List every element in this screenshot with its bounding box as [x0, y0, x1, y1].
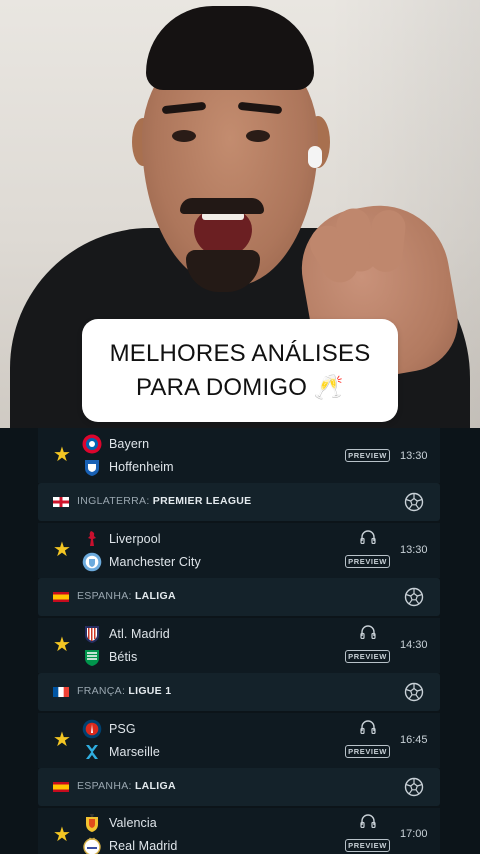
- away-team-name: Bétis: [109, 650, 138, 664]
- away-team-name: Hoffenheim: [109, 460, 174, 474]
- home-team-name: Valencia: [109, 816, 157, 830]
- league-title: ESPANHA: LALIGA: [77, 590, 176, 602]
- earbud-icon: [308, 146, 322, 168]
- headphones-icon[interactable]: [360, 720, 376, 734]
- headphones-icon[interactable]: [360, 625, 376, 639]
- soccer-ball-icon[interactable]: [404, 682, 424, 702]
- england-flag-icon: [53, 497, 69, 507]
- hoffenheim-crest-icon: [85, 460, 99, 476]
- league-title: INGLATERRA: PREMIER LEAGUE: [77, 495, 251, 507]
- league-country: ESPANHA:: [77, 780, 132, 792]
- league-header[interactable]: ESPANHA: LALIGA: [38, 578, 440, 616]
- kickoff-time: 17:00: [400, 828, 428, 840]
- league-header[interactable]: INGLATERRA: PREMIER LEAGUE: [38, 483, 440, 521]
- away-team-name: Marseille: [109, 745, 160, 759]
- caption-line-2: PARA DOMIGO 🥂: [135, 373, 345, 401]
- league-name: LIGUE 1: [128, 685, 172, 697]
- home-team-name: Atl. Madrid: [109, 627, 170, 641]
- league-country: FRANÇA:: [77, 685, 126, 697]
- league-country: INGLATERRA:: [77, 495, 150, 507]
- home-team-name: Liverpool: [109, 532, 161, 546]
- kickoff-time: 13:30: [400, 450, 428, 462]
- home-team-name: PSG: [109, 722, 136, 736]
- video-frame: MELHORES ANÁLISES PARA DOMIGO 🥂: [0, 0, 480, 428]
- league-country: ESPANHA:: [77, 590, 132, 602]
- match-list: ★ Bayern Hoffenheim PREVIEW 13:30 INGLAT…: [0, 428, 480, 854]
- caption-bubble: MELHORES ANÁLISES PARA DOMIGO 🥂: [82, 319, 398, 422]
- match-row[interactable]: ★ Bayern Hoffenheim PREVIEW 13:30: [38, 428, 440, 483]
- caption-line-1: MELHORES ANÁLISES: [109, 339, 371, 367]
- preview-badge[interactable]: PREVIEW: [345, 449, 390, 462]
- valencia-crest-icon: [86, 814, 98, 832]
- away-team-name: Real Madrid: [109, 839, 178, 853]
- preview-badge[interactable]: PREVIEW: [345, 745, 390, 758]
- favorite-star-icon[interactable]: ★: [52, 540, 72, 560]
- favorite-star-icon[interactable]: ★: [52, 730, 72, 750]
- france-flag-icon: [53, 687, 69, 697]
- preview-badge[interactable]: PREVIEW: [345, 839, 390, 852]
- bayern-crest-icon: [82, 434, 102, 454]
- marseille-crest-icon: [86, 745, 98, 759]
- favorite-star-icon[interactable]: ★: [52, 445, 72, 465]
- headphones-icon[interactable]: [360, 530, 376, 544]
- match-row[interactable]: ★ Valencia Real Madrid PREVIEW 17:00: [38, 808, 440, 854]
- league-header[interactable]: FRANÇA: LIGUE 1: [38, 673, 440, 711]
- home-team-name: Bayern: [109, 437, 150, 451]
- liverpool-crest-icon: [88, 531, 96, 546]
- kickoff-time: 13:30: [400, 544, 428, 556]
- soccer-ball-icon[interactable]: [404, 492, 424, 512]
- favorite-star-icon[interactable]: ★: [52, 635, 72, 655]
- psg-crest-icon: [82, 719, 102, 739]
- league-header[interactable]: ESPANHA: LALIGA: [38, 768, 440, 806]
- preview-badge[interactable]: PREVIEW: [345, 555, 390, 568]
- person-hair: [146, 6, 314, 90]
- match-row[interactable]: ★ PSG Marseille PREVIEW 16:45: [38, 713, 440, 768]
- betis-crest-icon: [85, 650, 99, 666]
- favorite-star-icon[interactable]: ★: [52, 825, 72, 845]
- man-city-crest-icon: [82, 552, 102, 572]
- away-team-name: Manchester City: [109, 555, 201, 569]
- league-title: FRANÇA: LIGUE 1: [77, 685, 171, 697]
- atletico-crest-icon: [85, 626, 99, 643]
- soccer-ball-icon[interactable]: [404, 777, 424, 797]
- person-mustache: [180, 198, 264, 214]
- kickoff-time: 16:45: [400, 734, 428, 746]
- real-madrid-crest-icon: [83, 837, 101, 854]
- person-eye-left: [172, 130, 196, 142]
- match-row[interactable]: ★ Liverpool Manchester City PREVIEW 13:3…: [38, 523, 440, 578]
- league-name: LALIGA: [134, 780, 176, 792]
- headphones-icon[interactable]: [360, 814, 376, 828]
- spain-flag-icon: [53, 782, 69, 792]
- spain-flag-icon: [53, 592, 69, 602]
- league-title: ESPANHA: LALIGA: [77, 780, 176, 792]
- preview-badge[interactable]: PREVIEW: [345, 650, 390, 663]
- league-name: PREMIER LEAGUE: [152, 495, 252, 507]
- match-row[interactable]: ★ Atl. Madrid Bétis PREVIEW 14:30: [38, 618, 440, 673]
- league-name: LALIGA: [134, 590, 176, 602]
- soccer-ball-icon[interactable]: [404, 587, 424, 607]
- kickoff-time: 14:30: [400, 639, 428, 651]
- person-eye-right: [246, 130, 270, 142]
